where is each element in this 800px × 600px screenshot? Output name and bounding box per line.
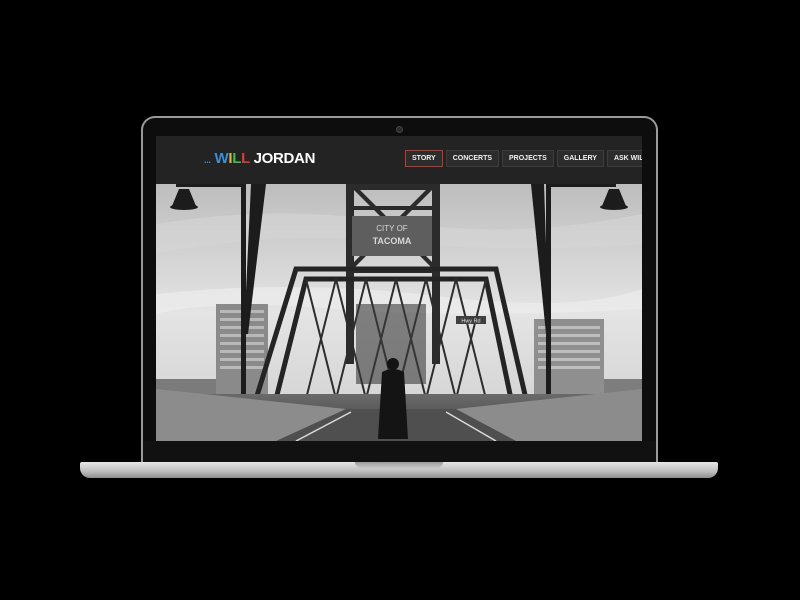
sign-line-1: CITY OF (376, 224, 408, 233)
laptop-opening-notch (355, 462, 443, 468)
nav-ask-will[interactable]: ASK WILL (606, 150, 642, 167)
nav-gallery[interactable]: GALLERY (556, 150, 604, 167)
nav-concerts[interactable]: CONCERTS (445, 150, 500, 167)
webcam (396, 126, 403, 133)
site-logo[interactable]: ... WILL JORDAN (204, 150, 315, 167)
nav-projects[interactable]: PROJECTS (502, 150, 554, 167)
logo-dots: ... (204, 155, 211, 165)
sign-line-2: TACOMA (373, 236, 412, 246)
logo-letter-w: W (214, 150, 229, 167)
nav-story[interactable]: STORY (405, 150, 443, 167)
bridge-photo: CITY OF TACOMA Hwy Rd (156, 184, 642, 441)
building-right (534, 319, 604, 394)
site-header: ... WILL JORDAN STORY CONCERTS PROJECTS … (156, 136, 642, 184)
logo-last-name: JORDAN (253, 150, 316, 167)
street-sign: Hwy Rd (461, 319, 480, 325)
laptop-screen: ... WILL JORDAN STORY CONCERTS PROJECTS … (156, 136, 642, 441)
logo-letter-l: L (232, 150, 242, 167)
screen-bezel-bottom (143, 441, 656, 462)
main-nav: STORY CONCERTS PROJECTS GALLERY ASK WILL (405, 150, 642, 167)
logo-letter-l-2: L (241, 150, 250, 167)
hero-image: CITY OF TACOMA Hwy Rd (156, 184, 642, 441)
